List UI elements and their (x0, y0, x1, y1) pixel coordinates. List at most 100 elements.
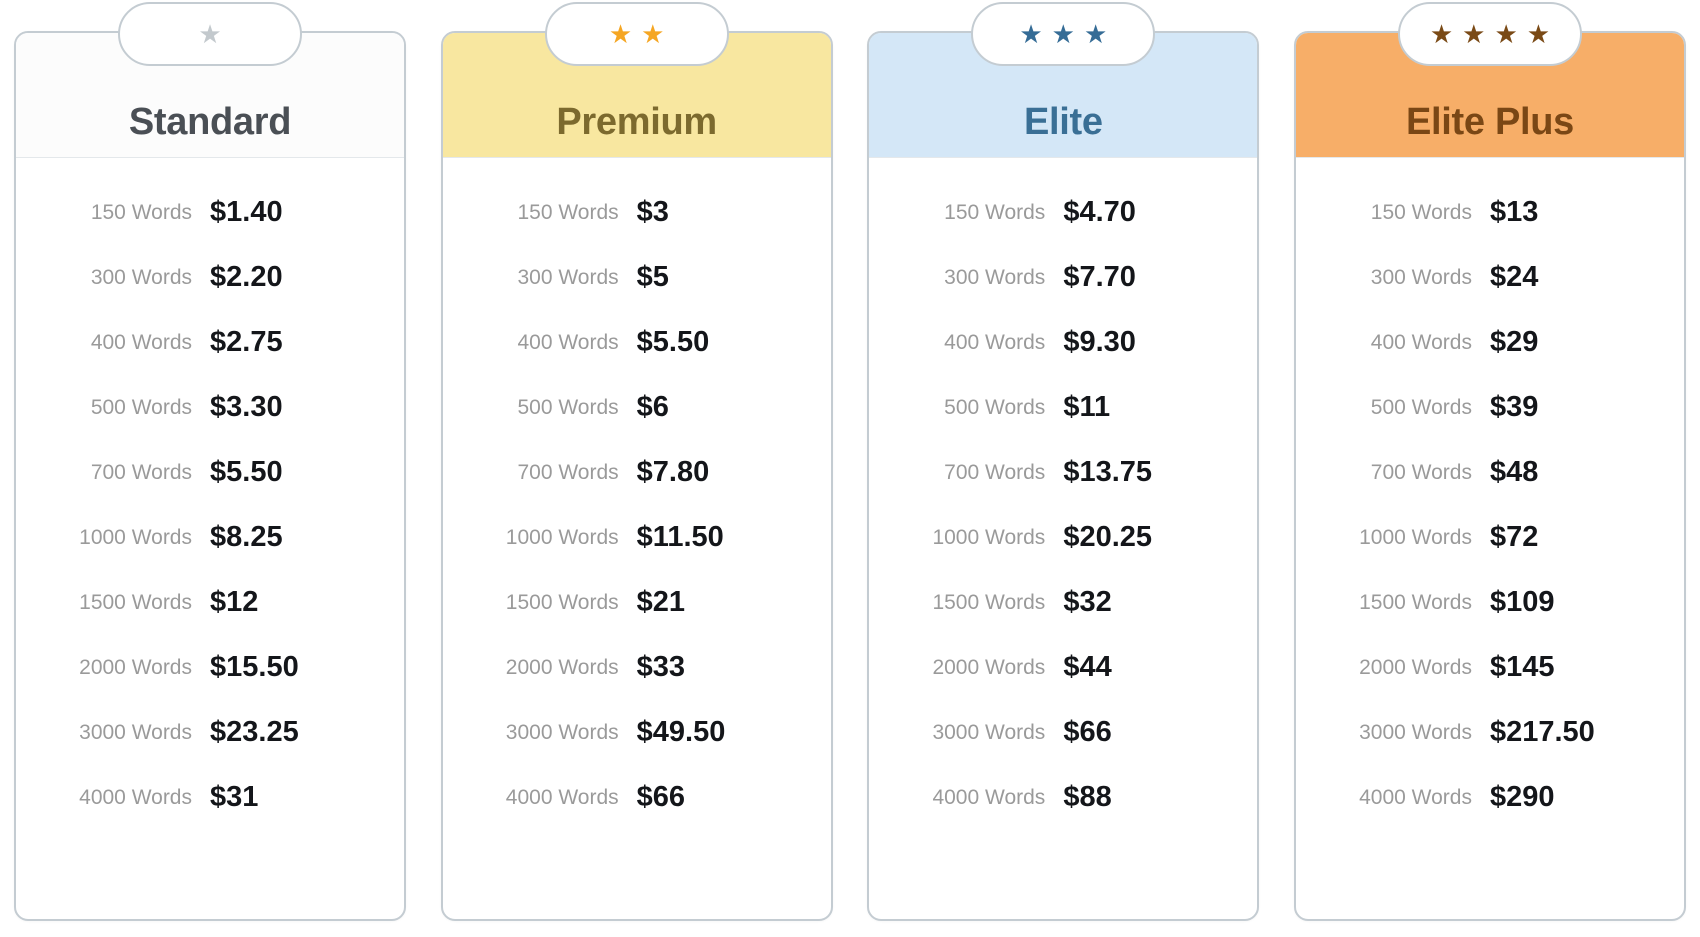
price-value: $11 (1063, 391, 1111, 423)
price-row[interactable]: 4000 Words $66 (443, 765, 831, 830)
price-row[interactable]: 500 Words $39 (1296, 375, 1684, 440)
price-row[interactable]: 300 Words $5 (443, 245, 831, 310)
word-count-label: 300 Words (944, 265, 1046, 289)
price-row[interactable]: 1000 Words $11.50 (443, 505, 831, 570)
price-row[interactable]: 2000 Words $33 (443, 635, 831, 700)
price-value: $32 (1063, 586, 1112, 618)
price-row[interactable]: 500 Words $6 (443, 375, 831, 440)
star-icon: ★ (1494, 19, 1518, 49)
price-value: $66 (636, 781, 686, 813)
price-row[interactable]: 150 Words $13 (1296, 180, 1684, 245)
star-icon: ★ (1019, 19, 1043, 49)
price-value: $3.30 (210, 391, 283, 423)
price-row[interactable]: 2000 Words $44 (869, 635, 1257, 700)
word-count-label: 1500 Words (505, 590, 619, 614)
price-value: $2.20 (210, 261, 283, 293)
price-row[interactable]: 400 Words $5.50 (443, 310, 831, 375)
price-value: $8.25 (210, 521, 283, 553)
word-count-label: 1000 Words (1359, 525, 1472, 549)
price-row[interactable]: 2000 Words $15.50 (16, 635, 404, 700)
word-count-label: 700 Words (944, 460, 1046, 484)
star-icon: ★ (1526, 19, 1551, 49)
plan-card[interactable]: ★ ★ ★ Elite 150 Words $4.70 300 Words $7.70 400 … (867, 2, 1260, 921)
word-count-label: 400 Words (517, 330, 619, 354)
star-icon: ★ (198, 19, 222, 49)
price-row[interactable]: 700 Words $5.50 (16, 440, 404, 505)
word-count-label: 500 Words (1370, 395, 1472, 419)
price-row[interactable]: 1500 Words $109 (1296, 570, 1684, 635)
price-value: $12 (210, 586, 259, 618)
price-row[interactable]: 300 Words $7.70 (869, 245, 1257, 310)
word-count-label: 3000 Words (932, 720, 1046, 744)
word-count-label: 2000 Words (79, 655, 192, 679)
word-count-label: 300 Words (517, 265, 619, 289)
price-value: $11.50 (636, 521, 724, 553)
word-count-label: 300 Words (90, 265, 192, 289)
price-row[interactable]: 2000 Words $145 (1296, 635, 1684, 700)
price-row[interactable]: 300 Words $24 (1296, 245, 1684, 310)
price-row[interactable]: 4000 Words $88 (869, 765, 1257, 830)
price-value: $88 (1063, 781, 1112, 813)
plan-title: Standard (128, 101, 292, 143)
price-row[interactable]: 1000 Words $8.25 (16, 505, 404, 570)
price-row[interactable]: 1500 Words $12 (16, 570, 404, 635)
price-row[interactable]: 400 Words $2.75 (16, 310, 404, 375)
plan-title: Premium (556, 101, 717, 143)
word-count-label: 700 Words (1370, 460, 1472, 484)
price-value: $13 (1489, 196, 1539, 228)
price-row-list: 150 Words $13 300 Words $24 400 Words $29 500 … (1296, 158, 1684, 919)
price-value: $1.40 (210, 196, 283, 228)
price-row[interactable]: 1500 Words $32 (869, 570, 1257, 635)
price-row[interactable]: 1500 Words $21 (443, 570, 831, 635)
word-count-label: 3000 Words (79, 720, 192, 744)
word-count-label: 150 Words (517, 200, 619, 224)
price-value: $13.75 (1063, 456, 1153, 488)
price-row[interactable]: 3000 Words $49.50 (443, 700, 831, 765)
price-row[interactable]: 4000 Words $290 (1296, 765, 1684, 830)
price-row[interactable]: 3000 Words $23.25 (16, 700, 404, 765)
price-row[interactable]: 4000 Words $31 (16, 765, 404, 830)
star-icon: ★ (1051, 19, 1075, 49)
price-row[interactable]: 400 Words $9.30 (869, 310, 1257, 375)
plan-title: Elite (1023, 101, 1103, 143)
word-count-label: 2000 Words (505, 655, 619, 679)
word-count-label: 400 Words (944, 330, 1046, 354)
word-count-label: 1500 Words (932, 590, 1046, 614)
price-row[interactable]: 150 Words $3 (443, 180, 831, 245)
star-icon: ★ (608, 19, 633, 49)
price-row[interactable]: 700 Words $7.80 (443, 440, 831, 505)
price-value: $21 (636, 586, 686, 618)
price-row[interactable]: 300 Words $2.20 (16, 245, 404, 310)
word-count-label: 1000 Words (505, 525, 619, 549)
price-value: $29 (1489, 326, 1539, 358)
pricing-plans-grid: ★ Standard 150 Words $1.40 300 Words $2.20 400… (0, 0, 1700, 937)
price-row[interactable]: 500 Words $11 (869, 375, 1257, 440)
price-value: $109 (1489, 586, 1555, 618)
plan-card[interactable]: ★ Standard 150 Words $1.40 300 Words $2.20 400… (14, 2, 406, 921)
word-count-label: 1500 Words (79, 590, 192, 614)
price-value: $49.50 (636, 716, 726, 748)
plan-card[interactable]: ★ ★ ★ ★ Elite Plus 150 Words $13 300 Words $24 40… (1293, 2, 1686, 921)
price-row[interactable]: 1000 Words $72 (1296, 505, 1684, 570)
word-count-label: 4000 Words (505, 785, 619, 809)
word-count-label: 500 Words (90, 395, 192, 419)
price-value: $5 (636, 261, 669, 293)
word-count-label: 1000 Words (79, 525, 192, 549)
star-icon: ★ (1429, 19, 1454, 49)
plan-rating-badge: ★ ★ (544, 2, 729, 66)
price-row[interactable]: 3000 Words $217.50 (1296, 700, 1684, 765)
price-row[interactable]: 500 Words $3.30 (16, 375, 404, 440)
plan-card[interactable]: ★ ★ Premium 150 Words $3 300 Words $5 400 Words… (440, 2, 833, 921)
price-row[interactable]: 700 Words $48 (1296, 440, 1684, 505)
price-row[interactable]: 1000 Words $20.25 (869, 505, 1257, 570)
price-row[interactable]: 700 Words $13.75 (869, 440, 1257, 505)
word-count-label: 1000 Words (932, 525, 1046, 549)
price-value: $6 (636, 391, 669, 423)
price-row[interactable]: 150 Words $4.70 (869, 180, 1257, 245)
price-value: $31 (210, 781, 259, 813)
price-row[interactable]: 400 Words $29 (1296, 310, 1684, 375)
price-value: $2.75 (210, 326, 283, 358)
price-row[interactable]: 3000 Words $66 (869, 700, 1257, 765)
price-row[interactable]: 150 Words $1.40 (16, 180, 404, 245)
word-count-label: 500 Words (944, 395, 1046, 419)
